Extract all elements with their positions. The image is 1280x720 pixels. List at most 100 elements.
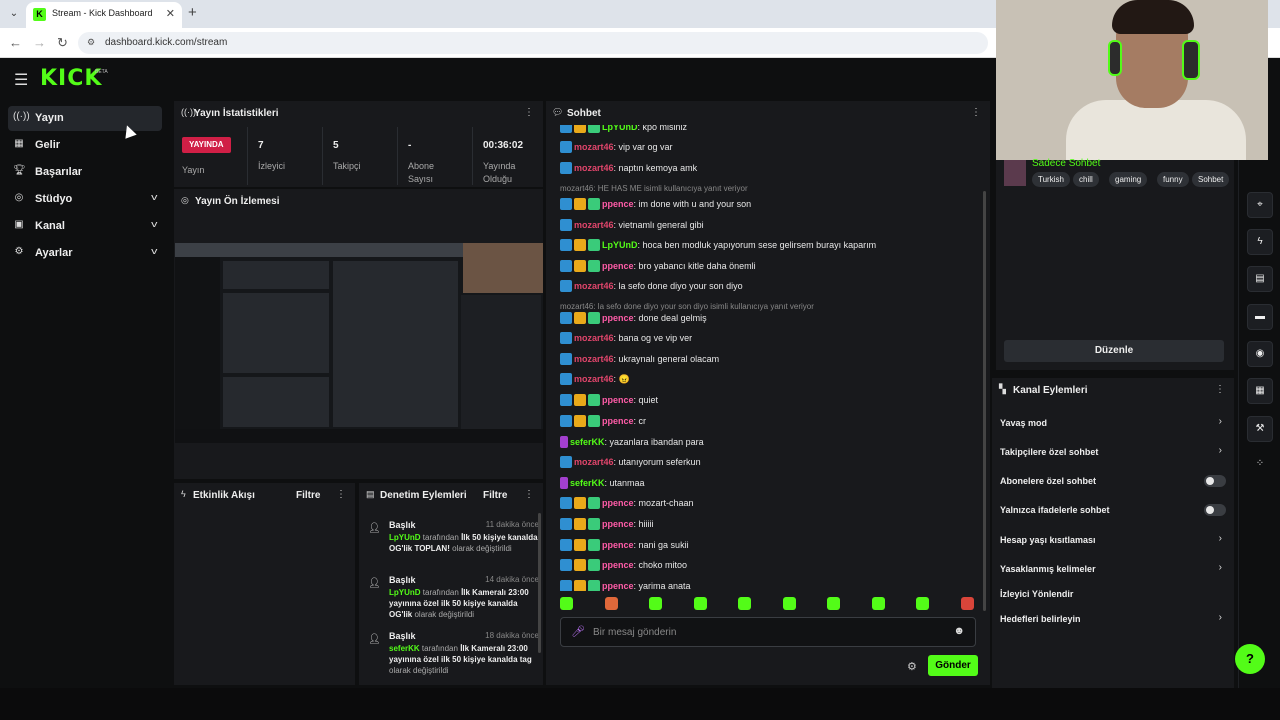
more-options-icon[interactable]: ⋮ [336,489,346,500]
action-raid[interactable]: İzleyici Yönlendir [1000,585,1228,605]
sidebar-item-studyo[interactable]: ◎ Stüdyo v [8,187,162,212]
chat-username[interactable]: ppence [602,540,634,550]
chat-username[interactable]: mozart46 [574,374,614,384]
emote-icon[interactable] [693,597,707,610]
chat-message[interactable]: mozart46: naptın kemoya amk [560,162,697,178]
broadcast-icon[interactable]: ◉ [1247,341,1273,367]
sidebar-item-yayin[interactable]: ((·)) Yayın [8,106,162,131]
sidebar-item-ayarlar[interactable]: ⚙ Ayarlar v [8,241,162,266]
chat-username[interactable]: ppence [602,395,634,405]
chat-message[interactable]: mozart46: bana og ve vip ver [560,332,692,348]
tab-search-icon[interactable]: ⌄ [6,6,22,22]
chat-message[interactable]: ppence: nani ga sukii [560,539,689,555]
reload-icon[interactable]: ↻ [57,35,68,51]
new-tab-icon[interactable]: + [188,4,197,21]
wrench-icon[interactable]: ⚒ [1247,416,1273,442]
more-options-icon[interactable]: ⋮ [971,107,981,118]
chat-message[interactable]: mozart46: 😠 [560,373,630,389]
back-icon[interactable]: ← [9,35,22,50]
chat-scrollbar[interactable] [983,191,986,611]
url-field[interactable]: ⚙ dashboard.kick.com/stream [78,32,988,54]
chat-username[interactable]: ppence [602,199,634,209]
chat-username[interactable]: mozart46 [574,354,614,364]
chat-username[interactable]: ppence [602,313,634,323]
send-button[interactable]: Gönder [928,655,978,676]
chat-message[interactable]: ppence: cr [560,415,646,431]
browser-tab[interactable]: K Stream - Kick Dashboard ✕ [26,2,182,28]
entry-user[interactable]: LpYUnD [389,588,421,597]
chat-username[interactable]: seferKK [570,478,605,488]
chat-input[interactable]: 🎤︎ Bir mesaj gönderin ☻ [560,617,976,647]
chat-message[interactable]: seferKK: utanmaa [560,477,645,493]
chat-username[interactable]: ppence [602,581,634,591]
chat-username[interactable]: mozart46 [574,163,614,173]
chat-message[interactable]: mozart46: vietnamlı general gibi [560,219,704,235]
sidebar-item-gelir[interactable]: ▦ Gelir [8,133,162,158]
close-icon[interactable]: ✕ [166,7,175,20]
sidebar-item-basarilar[interactable]: 🏆︎ Başarılar [8,160,162,185]
emote-icon[interactable] [604,597,618,610]
chat-username[interactable]: mozart46 [574,281,614,291]
chat-username[interactable]: ppence [602,261,634,271]
chat-message[interactable]: ppence: choko mitoo [560,559,687,575]
chat-username[interactable]: mozart46 [574,220,614,230]
chat-message[interactable]: ppence: mozart-chaan [560,497,694,513]
emote-icon[interactable] [649,597,662,610]
chat-username[interactable]: ppence [602,416,634,426]
chat-message[interactable]: ppence: bro yabancı kitle daha önemli [560,260,756,276]
chat-username[interactable]: ppence [602,560,634,570]
chat-settings-icon[interactable]: ⚙ [907,660,917,673]
camera-icon[interactable]: ⌖ [1247,192,1273,218]
scrollbar[interactable] [538,513,541,653]
action-slow-mode[interactable]: Yavaş mod › [1000,414,1228,434]
emote-icon[interactable] [738,597,751,610]
emote-icon[interactable] [960,597,974,610]
moderation-filter-button[interactable]: Filtre [483,490,507,501]
chat-message[interactable]: ppence: quiet [560,394,658,410]
menu-icon[interactable]: ☰ [14,70,28,90]
action-banned-words[interactable]: Yasaklanmış kelimeler › [1000,560,1228,580]
chat-username[interactable]: ppence [602,498,634,508]
chat-username[interactable]: ppence [602,519,634,529]
more-options-icon[interactable]: ⋮ [524,107,534,118]
chat-message[interactable]: LpYUnD: hoca ben modluk yapıyorum sese g… [560,239,876,255]
stream-preview-video[interactable] [175,243,543,443]
document-icon[interactable]: ▤ [1247,266,1273,292]
emote-icon[interactable] [560,597,573,610]
layout-icon[interactable]: ▦ [1247,378,1273,404]
chat-message[interactable]: ppence: done deal gelmiş [560,312,707,328]
emotes-only-toggle[interactable] [1204,504,1226,516]
sidebar-item-kanal[interactable]: ▣ Kanal v [8,214,162,239]
subscribers-only-toggle[interactable] [1204,475,1226,487]
chat-message[interactable]: mozart46: vip var og var [560,141,673,157]
chat-username[interactable]: mozart46 [574,333,614,343]
emote-icon[interactable] [827,597,840,610]
chat-message[interactable]: mozart46: ukraynalı general olacam [560,353,719,369]
more-options-icon[interactable]: ⋮ [1215,384,1225,395]
dots-icon[interactable]: ⁘ [1247,452,1273,478]
entry-user[interactable]: LpYUnD [389,533,421,542]
help-icon[interactable]: ? [1235,644,1265,674]
chat-username[interactable]: seferKK [570,437,605,447]
chat-message-list[interactable]: LpYUnD: kpo misiniz mozart46: vip var og … [556,125,976,591]
more-options-icon[interactable]: ⋮ [524,489,534,500]
entry-user[interactable]: seferKK [389,644,420,653]
chat-message[interactable]: ppence: hiiiii [560,518,654,534]
chat-message[interactable]: ppence: yarima anata [560,580,691,591]
chat-message[interactable]: mozart46: utanıyorum seferkun [560,456,701,472]
action-followers-only[interactable]: Takipçilere özel sohbet › [1000,443,1228,463]
kick-logo[interactable]: KICK [40,66,102,91]
emote-icon[interactable] [782,597,796,610]
bolt-icon[interactable]: ϟ [1247,229,1273,255]
site-info-icon[interactable]: ⚙ [87,37,95,48]
forward-icon[interactable]: → [33,35,46,50]
chat-message[interactable]: ppence: im done with u and your son [560,198,751,214]
chat-username[interactable]: mozart46 [574,142,614,152]
chat-message[interactable]: LpYUnD: kpo misiniz [560,125,687,137]
chat-username[interactable]: LpYUnD [602,240,638,250]
emoji-icon[interactable]: ☻ [953,625,965,637]
events-filter-button[interactable]: Filtre [296,490,320,501]
chat-username[interactable]: mozart46 [574,457,614,467]
chat-username[interactable]: LpYUnD [602,125,638,132]
emote-icon[interactable] [871,597,885,610]
